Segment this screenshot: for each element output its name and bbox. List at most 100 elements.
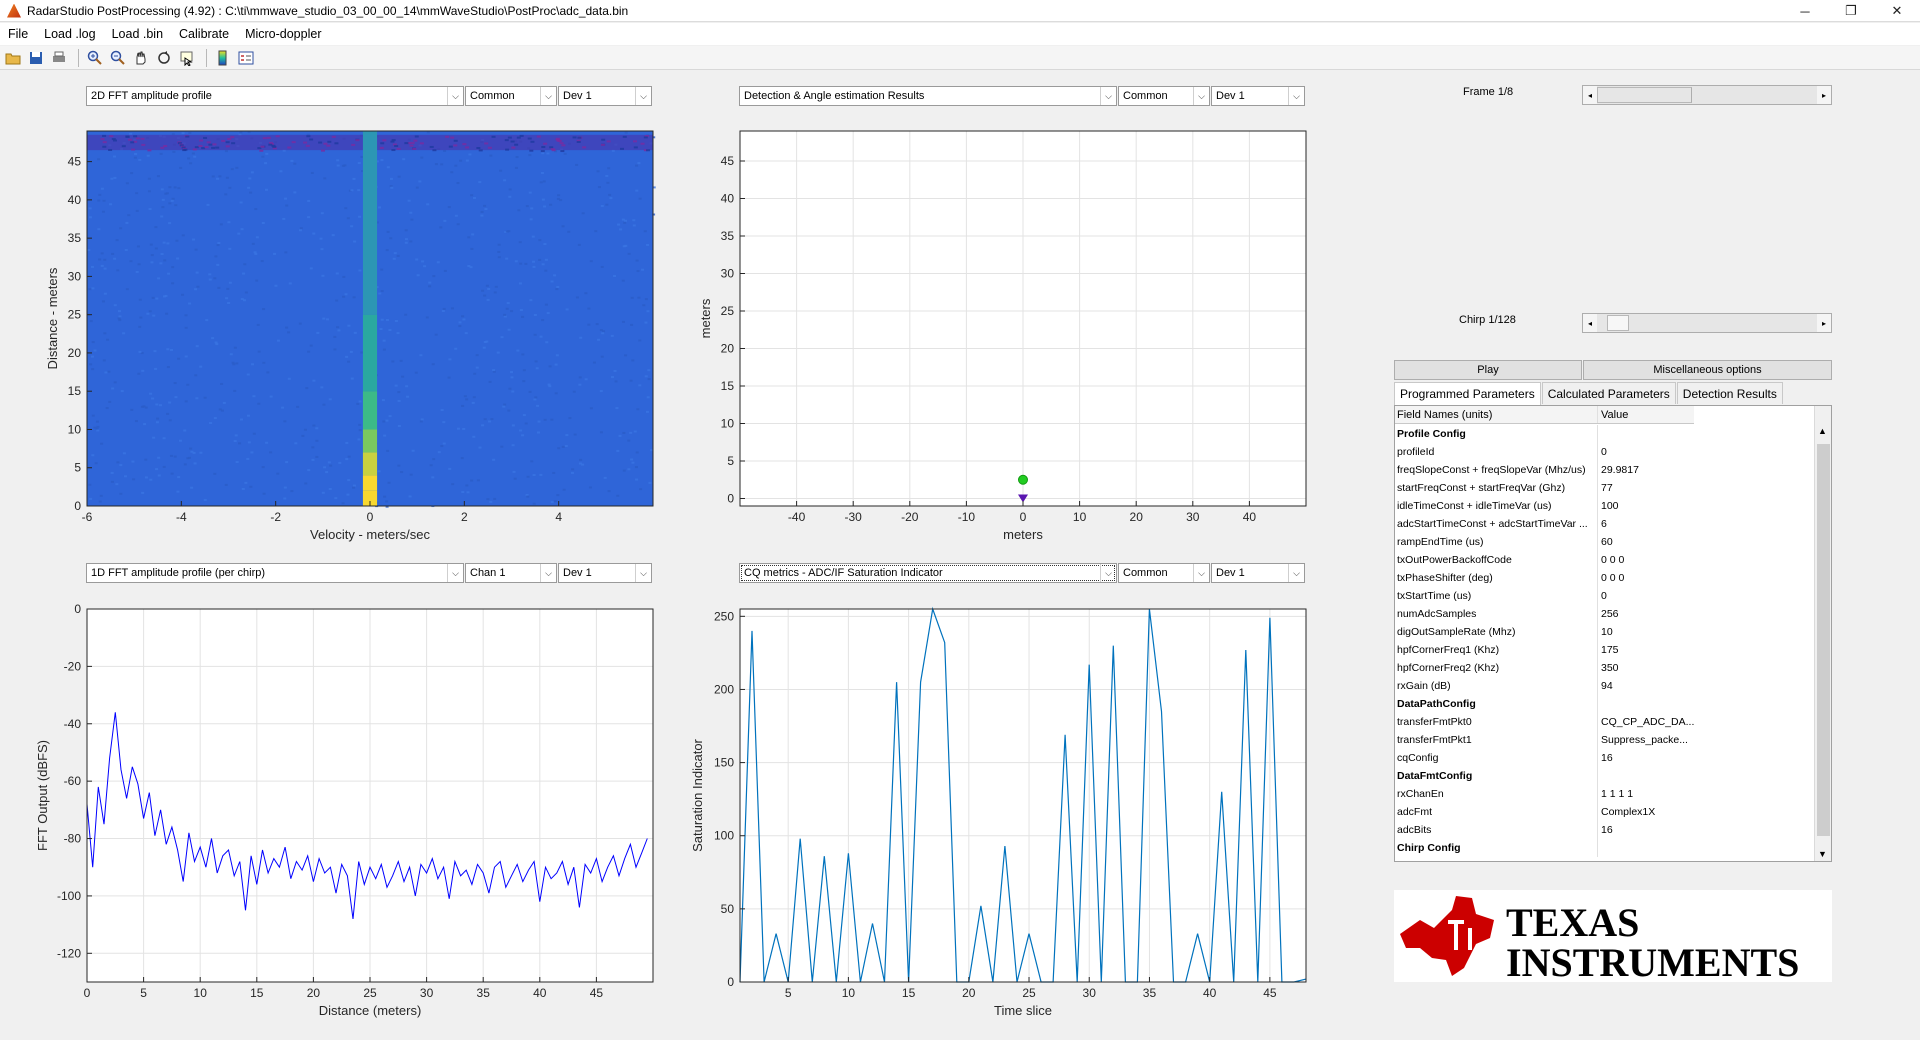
value-cell[interactable]: 16 bbox=[1597, 821, 1694, 839]
table-row[interactable]: cqConfig 16 bbox=[1395, 749, 1694, 767]
value-cell[interactable]: 0 0 0 bbox=[1597, 551, 1694, 569]
minimize-button[interactable]: ─ bbox=[1782, 0, 1828, 22]
zoom-out-icon[interactable] bbox=[108, 48, 128, 68]
mode-select-bottom-left[interactable]: Chan 1 ⌵ bbox=[465, 563, 557, 583]
table-row[interactable]: digOutSampleRate (Mhz) 10 bbox=[1395, 623, 1694, 641]
table-section-row[interactable]: Profile Config bbox=[1395, 425, 1694, 443]
tab-calculated-parameters[interactable]: Calculated Parameters bbox=[1541, 382, 1676, 404]
slider-right-arrow-icon[interactable]: ▸ bbox=[1817, 86, 1831, 104]
plot-select-top-right[interactable]: Detection & Angle estimation Results ⌵ bbox=[739, 86, 1117, 106]
value-cell[interactable]: 100 bbox=[1597, 497, 1694, 515]
table-row[interactable]: rxChanEn 1 1 1 1 bbox=[1395, 785, 1694, 803]
zoom-in-icon[interactable] bbox=[85, 48, 105, 68]
plot-select-bottom-left[interactable]: 1D FFT amplitude profile (per chirp) ⌵ bbox=[86, 563, 464, 583]
table-scrollbar[interactable]: ▲ ▼ bbox=[1814, 406, 1831, 861]
play-button[interactable]: Play bbox=[1394, 360, 1582, 380]
table-row[interactable]: hpfCornerFreq2 (Khz) 350 bbox=[1395, 659, 1694, 677]
value-cell[interactable]: 1 1 1 1 bbox=[1597, 785, 1694, 803]
table-row[interactable]: rxGain (dB) 94 bbox=[1395, 677, 1694, 695]
menu-calibrate[interactable]: Calibrate bbox=[171, 27, 237, 41]
cq-saturation-plot[interactable]: 5 10 15 20 25 30 35 40 45 0 50 100 150 200 250 Time sli… bbox=[690, 606, 1307, 1018]
dev-select-top-left[interactable]: Dev 1 ⌵ bbox=[558, 86, 652, 106]
data-cursor-icon[interactable] bbox=[177, 48, 197, 68]
table-row[interactable]: txOutPowerBackoffCode 0 0 0 bbox=[1395, 551, 1694, 569]
table-section-row[interactable]: DataPathConfig bbox=[1395, 695, 1694, 713]
scroll-up-icon[interactable]: ▲ bbox=[1818, 426, 1827, 436]
close-button[interactable]: ✕ bbox=[1874, 0, 1920, 22]
table-section-row[interactable]: DataFmtConfig bbox=[1395, 767, 1694, 785]
value-cell[interactable] bbox=[1597, 767, 1694, 785]
table-row[interactable]: numAdcSamples 256 bbox=[1395, 605, 1694, 623]
table-row[interactable]: transferFmtPkt1 Suppress_packe... bbox=[1395, 731, 1694, 749]
frame-slider-thumb[interactable] bbox=[1597, 87, 1693, 103]
heatmap-2d-fft[interactable]: -6 -4 -2 0 2 4 0 5 10 15 20 25 30 35 40 45 Velocity - me… bbox=[45, 130, 656, 542]
slider-right-arrow-icon[interactable]: ▸ bbox=[1817, 314, 1831, 332]
frame-slider[interactable]: ◂ ▸ bbox=[1582, 85, 1832, 105]
table-row[interactable]: profileId 0 bbox=[1395, 443, 1694, 461]
value-cell[interactable]: 0 0 0 bbox=[1597, 569, 1694, 587]
table-row[interactable]: hpfCornerFreq1 (Khz) 175 bbox=[1395, 641, 1694, 659]
value-cell[interactable]: 16 bbox=[1597, 749, 1694, 767]
colorbar-icon[interactable] bbox=[213, 48, 233, 68]
menu-load-log[interactable]: Load .log bbox=[36, 27, 103, 41]
table-row[interactable]: transferFmtPkt0 CQ_CP_ADC_DA... bbox=[1395, 713, 1694, 731]
dev-select-bottom-left[interactable]: Dev 1 ⌵ bbox=[558, 563, 652, 583]
value-cell[interactable]: 175 bbox=[1597, 641, 1694, 659]
value-cell[interactable]: 60 bbox=[1597, 533, 1694, 551]
value-cell[interactable]: 350 bbox=[1597, 659, 1694, 677]
value-cell[interactable]: 94 bbox=[1597, 677, 1694, 695]
table-row[interactable]: txPhaseShifter (deg) 0 0 0 bbox=[1395, 569, 1694, 587]
table-row[interactable]: startFreqConst + startFreqVar (Ghz) 77 bbox=[1395, 479, 1694, 497]
open-folder-icon[interactable] bbox=[3, 48, 23, 68]
plot-select-top-left[interactable]: 2D FFT amplitude profile ⌵ bbox=[86, 86, 464, 106]
misc-options-button[interactable]: Miscellaneous options bbox=[1583, 360, 1832, 380]
table-row[interactable]: rampEndTime (us) 60 bbox=[1395, 533, 1694, 551]
value-cell[interactable]: 6 bbox=[1597, 515, 1694, 533]
mode-select-top-right[interactable]: Common ⌵ bbox=[1118, 86, 1210, 106]
scrollbar-thumb[interactable] bbox=[1817, 444, 1830, 836]
value-cell[interactable] bbox=[1597, 695, 1694, 713]
value-cell[interactable]: 10 bbox=[1597, 623, 1694, 641]
table-row[interactable]: adcBits 16 bbox=[1395, 821, 1694, 839]
mode-select-bottom-right[interactable]: Common ⌵ bbox=[1118, 563, 1210, 583]
dev-select-top-right[interactable]: Dev 1 ⌵ bbox=[1211, 86, 1305, 106]
dev-select-bottom-right[interactable]: Dev 1 ⌵ bbox=[1211, 563, 1305, 583]
legend-icon[interactable] bbox=[236, 48, 256, 68]
mode-select-top-left[interactable]: Common ⌵ bbox=[465, 86, 557, 106]
save-icon[interactable] bbox=[26, 48, 46, 68]
menu-file[interactable]: File bbox=[0, 27, 36, 41]
slider-left-arrow-icon[interactable]: ◂ bbox=[1583, 86, 1597, 104]
tab-detection-results[interactable]: Detection Results bbox=[1676, 382, 1783, 404]
value-cell[interactable]: 256 bbox=[1597, 605, 1694, 623]
value-cell[interactable]: Suppress_packe... bbox=[1597, 731, 1694, 749]
value-cell[interactable]: 29.9817 bbox=[1597, 461, 1694, 479]
value-cell[interactable]: CQ_CP_ADC_DA... bbox=[1597, 713, 1694, 731]
fft-1d-line-plot[interactable]: 0 5 10 15 20 25 30 35 40 45 0 -20 -40 -60 -80 -100 -120 D… bbox=[35, 602, 654, 1018]
table-row[interactable]: idleTimeConst + idleTimeVar (us) 100 bbox=[1395, 497, 1694, 515]
parameter-table[interactable]: ▲ ▼ Field Names (units) Value Profile Conf… bbox=[1394, 405, 1832, 862]
value-cell[interactable]: 77 bbox=[1597, 479, 1694, 497]
header-field-names[interactable]: Field Names (units) bbox=[1395, 406, 1597, 423]
table-section-row[interactable]: Chirp Config bbox=[1395, 839, 1694, 857]
table-row[interactable]: adcStartTimeConst + adcStartTimeVar ... 6 bbox=[1395, 515, 1694, 533]
value-cell[interactable] bbox=[1597, 839, 1694, 857]
scroll-down-icon[interactable]: ▼ bbox=[1818, 849, 1827, 859]
chirp-slider-thumb[interactable] bbox=[1606, 315, 1629, 331]
rotate-icon[interactable] bbox=[154, 48, 174, 68]
menu-micro-doppler[interactable]: Micro-doppler bbox=[237, 27, 329, 41]
value-cell[interactable]: Complex1X bbox=[1597, 803, 1694, 821]
maximize-button[interactable]: ❐ bbox=[1828, 0, 1874, 22]
table-row[interactable]: txStartTime (us) 0 bbox=[1395, 587, 1694, 605]
detection-scatter-plot[interactable]: -40 -30 -20 -10 0 10 20 30 40 0 5 10 15 20 25 30 35 40 45 m… bbox=[698, 130, 1307, 542]
table-row[interactable]: adcFmt Complex1X bbox=[1395, 803, 1694, 821]
value-cell[interactable] bbox=[1597, 425, 1694, 443]
table-row[interactable]: freqSlopeConst + freqSlopeVar (Mhz/us) 29… bbox=[1395, 461, 1694, 479]
menu-load-bin[interactable]: Load .bin bbox=[104, 27, 171, 41]
print-icon[interactable] bbox=[49, 48, 69, 68]
pan-icon[interactable] bbox=[131, 48, 151, 68]
header-value[interactable]: Value bbox=[1597, 406, 1694, 423]
value-cell[interactable]: 0 bbox=[1597, 443, 1694, 461]
plot-select-bottom-right[interactable]: CQ metrics - ADC/IF Saturation Indicator… bbox=[739, 563, 1117, 583]
slider-left-arrow-icon[interactable]: ◂ bbox=[1583, 314, 1597, 332]
value-cell[interactable]: 0 bbox=[1597, 587, 1694, 605]
